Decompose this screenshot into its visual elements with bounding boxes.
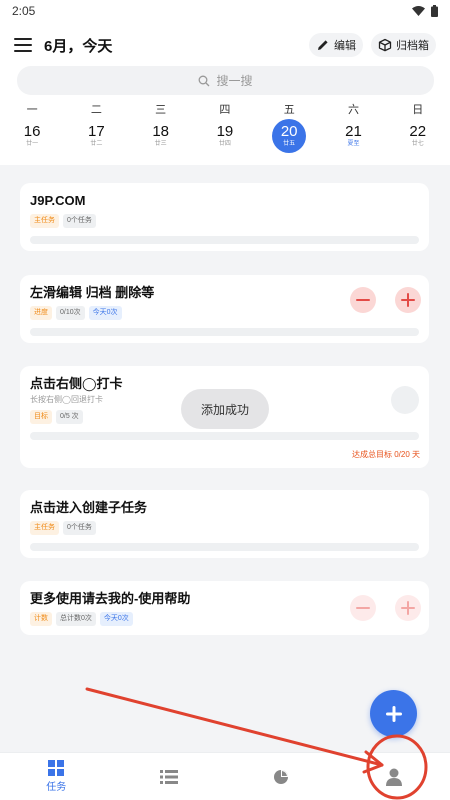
day-sun[interactable]: 日 22 廿七 [386,101,450,159]
increment-button[interactable] [395,595,421,621]
search-placeholder: 搜一搜 [216,74,253,88]
list-icon [159,769,178,784]
decrement-button[interactable] [350,595,376,621]
edit-button[interactable]: 编辑 [309,33,363,57]
add-task-button[interactable] [370,690,417,737]
task-tag: 0/5 次 [56,410,83,424]
task-tag: 0个任务 [63,521,96,535]
search-input[interactable]: 搜一搜 [17,66,434,95]
progress-bar [30,328,419,336]
app-bar: 6月，今天 编辑 归档箱 [0,26,450,64]
minus-icon [356,607,370,609]
user-icon [385,768,402,786]
progress-bar [30,432,419,440]
task-tag: 目标 [30,410,52,424]
wifi-icon [412,6,425,16]
task-card[interactable]: 左滑编辑 归档 删除等 进度 0/10次 今天0次 [20,275,429,343]
task-card[interactable]: 点击进入创建子任务 主任务 0个任务 [20,490,429,558]
progress-bar [30,236,419,244]
decrement-button[interactable] [350,287,376,313]
day-fri-selected[interactable]: 五 20 廿五 [257,101,321,159]
task-tag: 总计数0次 [56,612,96,626]
pencil-icon [318,40,328,50]
task-tag: 今天0次 [88,306,122,320]
week-calendar: 一 16 廿一 二 17 廿二 三 18 廿三 四 19 廿四 五 20 廿五 六 21 夏至 日 22 廿… [0,101,450,159]
task-tag: 进度 [30,306,52,320]
task-tag: 0/10次 [56,306,85,320]
task-card[interactable]: 更多使用请去我的-使用帮助 计数 总计数0次 今天0次 [20,581,429,635]
task-tag: 主任务 [30,214,59,228]
nav-list[interactable] [113,753,226,800]
day-mon[interactable]: 一 16 廿一 [0,101,64,159]
toast-message: 添加成功 [181,389,269,429]
minus-icon [356,299,370,301]
task-list: J9P.COM 主任务 0个任务 左滑编辑 归档 删除等 进度 0/10次 今天… [0,165,450,752]
battery-icon [431,5,438,17]
plus-icon [385,705,402,722]
menu-icon[interactable] [14,38,32,52]
goal-status: 达成总目标 0/20 天 [351,450,420,459]
day-sat[interactable]: 六 21 夏至 [321,101,385,159]
task-tag: 主任务 [30,521,59,535]
task-title: J9P.COM [30,193,86,208]
page-title: 6月，今天 [44,37,113,55]
task-tag: 0个任务 [63,214,96,228]
archive-label: 归档箱 [396,40,429,52]
task-tag: 今天0次 [99,612,133,626]
archive-button[interactable]: 归档箱 [371,33,436,57]
day-wed[interactable]: 三 18 廿三 [129,101,193,159]
task-title: 点击进入创建子任务 [30,500,148,515]
nav-tasks[interactable]: 任务 [0,753,113,800]
grid-icon [48,760,65,776]
status-time: 2:05 [12,4,36,18]
day-thu[interactable]: 四 19 廿四 [193,101,257,159]
pie-chart-icon [274,769,289,784]
checkin-button[interactable] [391,386,419,414]
day-tue[interactable]: 二 17 廿二 [64,101,128,159]
progress-bar [30,543,419,551]
task-card[interactable]: J9P.COM 主任务 0个任务 [20,183,429,251]
search-icon [199,75,210,86]
box-icon [378,38,392,52]
task-tag: 计数 [30,612,52,626]
status-bar: 2:05 [0,0,450,22]
nav-tasks-label: 任务 [46,782,67,793]
nav-stats[interactable] [225,753,338,800]
nav-profile[interactable] [338,753,450,800]
increment-button[interactable] [395,287,421,313]
edit-label: 编辑 [334,40,356,52]
bottom-nav: 任务 [0,752,450,800]
